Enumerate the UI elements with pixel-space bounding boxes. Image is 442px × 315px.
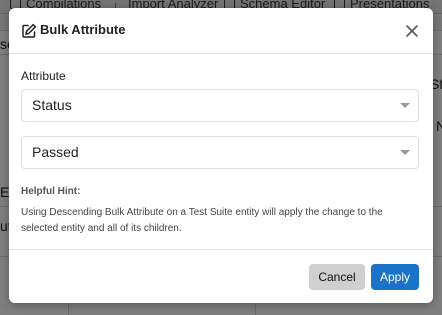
attribute-select-value: Status [32, 97, 72, 113]
cancel-button[interactable]: Cancel [309, 264, 365, 290]
hint-text: Using Descending Bulk Attribute on a Tes… [21, 207, 383, 234]
value-select[interactable]: Passed [21, 136, 419, 169]
hint-title: Helpful Hint: [21, 186, 81, 197]
value-select-value: Passed [32, 144, 79, 160]
attribute-select[interactable]: Status [21, 89, 419, 122]
chevron-down-icon [400, 103, 410, 108]
edit-icon [22, 23, 37, 38]
modal-footer: Cancel Apply [9, 249, 433, 303]
bulk-attribute-modal: Bulk Attribute Attribute Status Passed H… [9, 8, 433, 303]
modal-header: Bulk Attribute [9, 8, 433, 54]
chevron-down-icon [400, 150, 410, 155]
close-icon[interactable] [405, 24, 419, 38]
apply-button[interactable]: Apply [371, 264, 419, 290]
modal-title: Bulk Attribute [40, 22, 126, 37]
attribute-label: Attribute [21, 69, 66, 83]
